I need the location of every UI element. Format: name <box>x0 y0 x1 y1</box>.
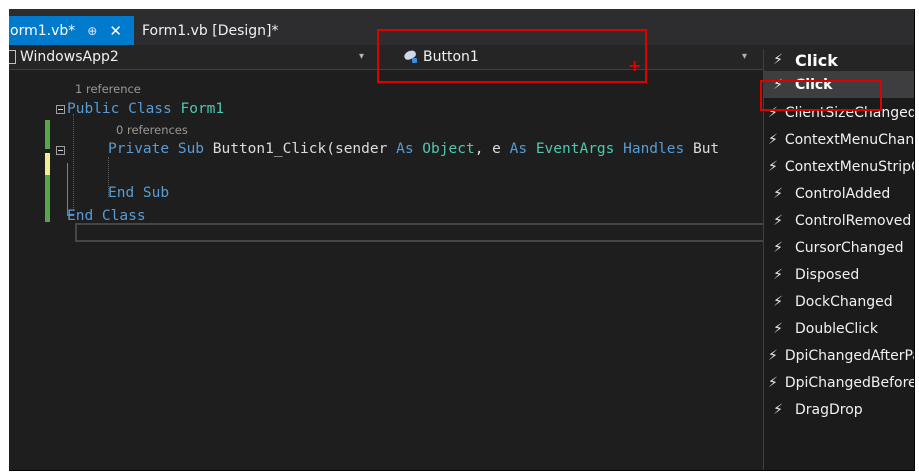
chevron-down-icon[interactable]: ▾ <box>359 51 364 62</box>
codelens-reference[interactable]: 1 reference <box>75 82 141 97</box>
code-line-sub: Private Sub Button1_Click(sender As Obje… <box>108 141 720 157</box>
change-indicator-saved <box>45 120 50 149</box>
indent-guide <box>73 114 74 210</box>
cursor-plus-marker: + <box>628 56 642 75</box>
events-dropdown-list[interactable]: ⚡ Click ⚡ Click ⚡ ClientSizeChanged ⚡ Cont… <box>763 49 914 470</box>
tab-label: Form1.vb [Design]* <box>142 22 279 39</box>
selected-event-label: Click <box>795 50 838 70</box>
lightning-bolt-icon: ⚡ <box>773 212 783 229</box>
project-label: WindowsApp2 <box>20 49 119 65</box>
chevron-down-icon[interactable]: ▾ <box>742 51 747 62</box>
pin-icon[interactable]: ⊕ <box>87 24 97 38</box>
event-item[interactable]: ⚡ ContextMenuStripCl <box>764 153 914 180</box>
current-line-highlight[interactable] <box>75 223 775 242</box>
highlight-box-object-dropdown <box>377 29 647 83</box>
lightning-bolt-icon: ⚡ <box>773 320 783 337</box>
code-editor-window: orm1.vb* ⊕ ✕ Form1.vb [Design]* WindowsA… <box>9 9 915 471</box>
project-dropdown[interactable]: WindowsApp2 ▾ <box>9 45 370 69</box>
event-item[interactable]: ⚡ DpiChangedAfterPa <box>764 342 914 369</box>
lightning-bolt-icon: ⚡ <box>768 347 778 364</box>
lightning-bolt-icon: ⚡ <box>768 158 778 175</box>
lightning-bolt-icon: ⚡ <box>773 266 783 283</box>
tab-label: orm1.vb* <box>10 22 76 39</box>
change-indicator-saved <box>45 175 50 222</box>
lightning-bolt-icon: ⚡ <box>773 293 783 310</box>
event-item[interactable]: ⚡ Disposed <box>764 261 914 288</box>
project-icon <box>9 50 16 64</box>
lightning-bolt-icon: ⚡ <box>773 401 783 418</box>
event-item[interactable]: ⚡ CursorChanged <box>764 234 914 261</box>
tab-form1-vb[interactable]: orm1.vb* ⊕ ✕ <box>9 16 134 45</box>
code-line-class: Public Class Form1 <box>67 101 225 117</box>
lightning-bolt-icon: ⚡ <box>768 131 778 148</box>
event-item[interactable]: ⚡ DoubleClick <box>764 315 914 342</box>
events-dropdown[interactable]: ⚡ Click <box>764 49 914 71</box>
lightning-bolt-icon: ⚡ <box>773 239 783 256</box>
collapse-icon[interactable] <box>56 105 65 114</box>
tab-form1-design[interactable]: Form1.vb [Design]* <box>138 16 292 45</box>
code-line-end-sub: End Sub <box>108 185 170 201</box>
lightning-bolt-icon: ⚡ <box>773 52 783 68</box>
change-indicator-unsaved <box>45 153 50 175</box>
event-item[interactable]: ⚡ DockChanged <box>764 288 914 315</box>
collapse-icon[interactable] <box>56 146 65 155</box>
event-item[interactable]: ⚡ DpiChangedBeforel <box>764 369 914 396</box>
highlight-box-click-event <box>760 80 882 111</box>
event-item[interactable]: ⚡ ControlRemoved <box>764 207 914 234</box>
lightning-bolt-icon: ⚡ <box>773 185 783 202</box>
lightning-bolt-icon: ⚡ <box>768 374 778 391</box>
close-icon[interactable]: ✕ <box>109 22 122 40</box>
code-line-end-class: End Class <box>67 208 146 224</box>
event-item[interactable]: ⚡ ContextMenuChang <box>764 126 914 153</box>
event-item[interactable]: ⚡ ControlAdded <box>764 180 914 207</box>
event-item[interactable]: ⚡ DragDrop <box>764 396 914 423</box>
codelens-reference[interactable]: 0 references <box>116 123 188 138</box>
